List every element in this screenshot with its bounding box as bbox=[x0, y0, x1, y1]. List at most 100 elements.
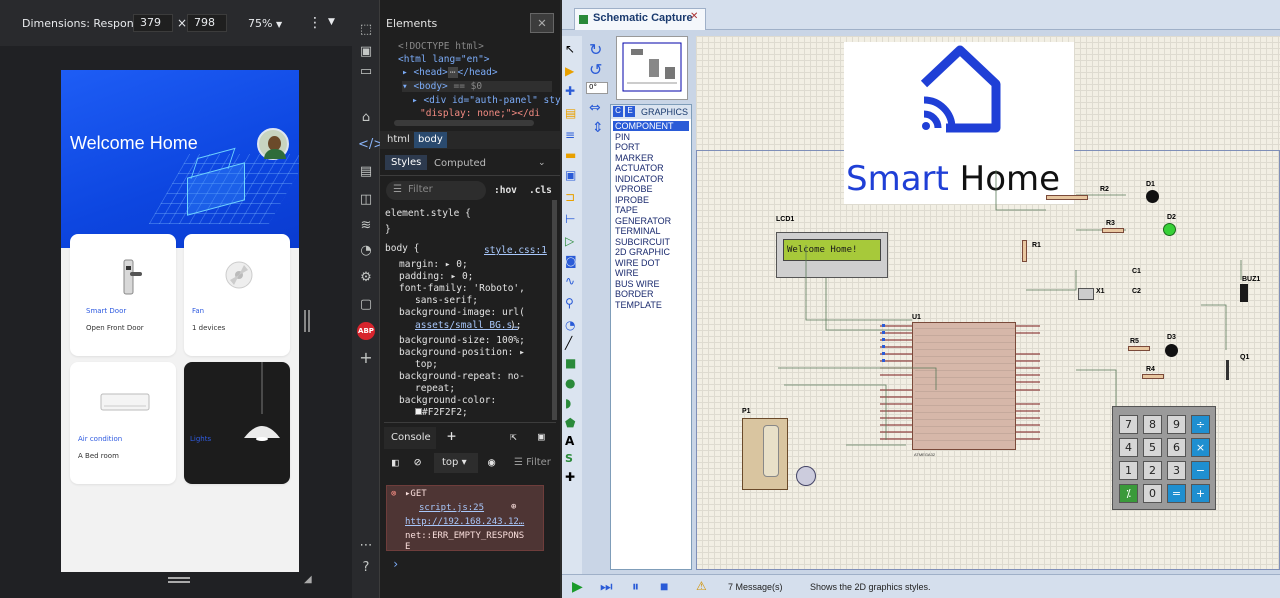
resize-side-handle[interactable] bbox=[304, 310, 310, 332]
keypad-key[interactable]: 4 bbox=[1119, 438, 1138, 457]
dom-line[interactable]: <!DOCTYPE html> bbox=[398, 41, 484, 52]
more-tools-icon[interactable]: ⋯ bbox=[358, 538, 374, 554]
close-tab-icon[interactable]: ✕ bbox=[690, 11, 698, 22]
element-style-rule[interactable]: element.style { bbox=[385, 208, 471, 219]
css-prop[interactable]: background-repeat: no- bbox=[399, 371, 525, 382]
graphics-item[interactable]: WIRE DOT bbox=[615, 258, 660, 268]
tab-styles[interactable]: Styles bbox=[385, 155, 428, 170]
stop-icon[interactable]: ■ bbox=[660, 578, 668, 594]
graphics-item[interactable]: TAPE bbox=[615, 205, 638, 215]
resize-bottom-handle[interactable] bbox=[168, 577, 190, 583]
symbol-icon[interactable]: S bbox=[565, 452, 579, 466]
dom-line[interactable]: "display: none;"></di bbox=[420, 108, 540, 119]
keypad-key[interactable]: − bbox=[1191, 461, 1210, 480]
messages-count[interactable]: 7 Message(s) bbox=[728, 582, 783, 592]
css-prop[interactable]: background-size: 100%; bbox=[399, 335, 525, 346]
resistor-r4[interactable] bbox=[1142, 374, 1164, 379]
resistor-r2[interactable] bbox=[1046, 195, 1088, 200]
text-script-icon[interactable]: ≡ bbox=[565, 128, 579, 142]
network-icon[interactable]: ≋ bbox=[358, 218, 374, 234]
home-icon[interactable]: ⌂ bbox=[358, 110, 374, 126]
subcircuit-icon[interactable]: ▣ bbox=[565, 168, 579, 182]
window-icon[interactable]: ▭ bbox=[358, 64, 374, 80]
width-input[interactable]: 379 bbox=[133, 14, 173, 32]
resistor-r5[interactable] bbox=[1128, 346, 1150, 351]
keypad-key[interactable]: 0 bbox=[1143, 484, 1162, 503]
panel-title[interactable]: Elements bbox=[386, 17, 437, 30]
console-icon[interactable]: ▤ bbox=[358, 164, 374, 180]
css-prop[interactable]: background-image: url( bbox=[399, 307, 525, 318]
buzzer-buz1[interactable] bbox=[1240, 284, 1248, 302]
led-d2[interactable] bbox=[1163, 223, 1176, 236]
probe-icon[interactable]: ⚲ bbox=[565, 296, 579, 310]
dock-caret-icon[interactable]: ▼ bbox=[328, 17, 335, 27]
graphics-item[interactable]: MARKER bbox=[615, 153, 654, 163]
compim-p1[interactable] bbox=[742, 418, 788, 490]
zoom-select[interactable]: 75% ▼ bbox=[248, 17, 282, 30]
console-filter-input[interactable]: ☰ Filter bbox=[514, 457, 551, 468]
css-prop[interactable]: margin: ▸ 0; bbox=[399, 259, 468, 270]
dom-line[interactable]: ▸ <div id="auth-panel" sty bbox=[412, 95, 561, 106]
graphics-item[interactable]: GENERATOR bbox=[615, 216, 671, 226]
pause-icon[interactable]: ⏸ bbox=[632, 578, 639, 595]
dom-line[interactable]: <html lang="en"> bbox=[398, 54, 490, 65]
css-prop[interactable]: background-position: ▸ bbox=[399, 347, 525, 358]
box-icon[interactable]: ■ bbox=[565, 356, 579, 370]
circle-icon[interactable]: ● bbox=[565, 376, 579, 390]
keypad[interactable]: 7 8 9 ÷ 4 5 6 × 1 2 3− ⁒ 0 = + bbox=[1112, 406, 1216, 510]
keypad-key[interactable]: 3 bbox=[1167, 461, 1186, 480]
graphics-item[interactable]: BORDER bbox=[615, 289, 654, 299]
graphics-item[interactable]: COMPONENT bbox=[613, 121, 689, 131]
breadcrumb-html[interactable]: html bbox=[387, 134, 410, 145]
keypad-key[interactable]: 6 bbox=[1167, 438, 1186, 457]
tab-computed[interactable]: Computed bbox=[434, 158, 486, 169]
elements-icon[interactable]: </> bbox=[358, 137, 384, 153]
help-icon[interactable]: ? bbox=[358, 560, 374, 576]
settings-gear-icon[interactable]: ⚙ bbox=[358, 270, 374, 286]
pin-icon[interactable]: ⊢ bbox=[565, 212, 579, 226]
edit-mode-button[interactable]: E bbox=[625, 106, 635, 117]
line-icon[interactable]: ╱ bbox=[565, 336, 579, 350]
graphics-item[interactable]: PIN bbox=[615, 132, 630, 142]
play-icon[interactable]: ▶ bbox=[572, 578, 583, 595]
graphics-item[interactable]: SUBCIRCUIT bbox=[615, 237, 670, 247]
motor-icon[interactable] bbox=[796, 466, 816, 486]
styles-scrollbar[interactable] bbox=[552, 200, 557, 420]
context-select[interactable]: top ▾ bbox=[434, 453, 478, 473]
graphics-item[interactable]: WIRE bbox=[615, 268, 639, 278]
device-card-smart-door[interactable]: Smart Door Open Front Door bbox=[70, 234, 176, 356]
network-link-icon[interactable]: ⊕ bbox=[511, 502, 516, 512]
css-prop[interactable]: background-color: bbox=[399, 395, 496, 406]
instrument-icon[interactable]: ◔ bbox=[565, 318, 579, 332]
height-input[interactable]: 798 bbox=[187, 14, 227, 32]
led-d1[interactable] bbox=[1146, 190, 1159, 203]
graphics-item[interactable]: INDICATOR bbox=[615, 174, 664, 184]
close-icon[interactable]: ✕ bbox=[530, 13, 554, 33]
sources-icon[interactable]: ◫ bbox=[358, 192, 374, 208]
error-url-link[interactable]: http://192.168.243.12… bbox=[405, 517, 524, 527]
console-prompt[interactable]: › bbox=[392, 557, 399, 571]
keypad-key[interactable]: = bbox=[1167, 484, 1186, 503]
bus-icon[interactable]: ▬ bbox=[565, 148, 579, 162]
text-icon[interactable]: A bbox=[565, 434, 579, 448]
hov-toggle[interactable]: :hov bbox=[494, 185, 517, 196]
resistor-r1[interactable] bbox=[1022, 240, 1027, 262]
body-source-link[interactable]: style.css:1 bbox=[484, 245, 547, 256]
eye-icon[interactable]: ◉ bbox=[488, 455, 495, 469]
graphics-item[interactable]: 2D GRAPHIC bbox=[615, 247, 670, 257]
resize-corner-icon[interactable]: ◢ bbox=[304, 574, 312, 585]
css-prop-cont[interactable]: #F2F2F2; bbox=[415, 407, 468, 418]
label-icon[interactable]: ▤ bbox=[565, 106, 579, 120]
tape-icon[interactable]: ◙ bbox=[565, 254, 579, 268]
marker-icon[interactable]: ✚ bbox=[565, 470, 579, 484]
generator-icon[interactable]: ∿ bbox=[565, 274, 579, 288]
keypad-key[interactable]: 1 bbox=[1119, 461, 1138, 480]
keypad-key[interactable]: ÷ bbox=[1191, 415, 1210, 434]
css-prop[interactable]: font-family: 'Roboto', bbox=[399, 283, 525, 294]
dock-icon[interactable]: ⇱ bbox=[510, 430, 517, 443]
dom-line-selected[interactable]: ▾ <body> == $0 bbox=[402, 81, 552, 92]
device-card-fan[interactable]: Fan 1 devices bbox=[184, 234, 290, 356]
graphics-item[interactable]: TERMINAL bbox=[615, 226, 661, 236]
more-options-icon[interactable]: ⋮ bbox=[308, 15, 322, 31]
device-card-air-condition[interactable]: Air condition A Bed room bbox=[70, 362, 176, 484]
